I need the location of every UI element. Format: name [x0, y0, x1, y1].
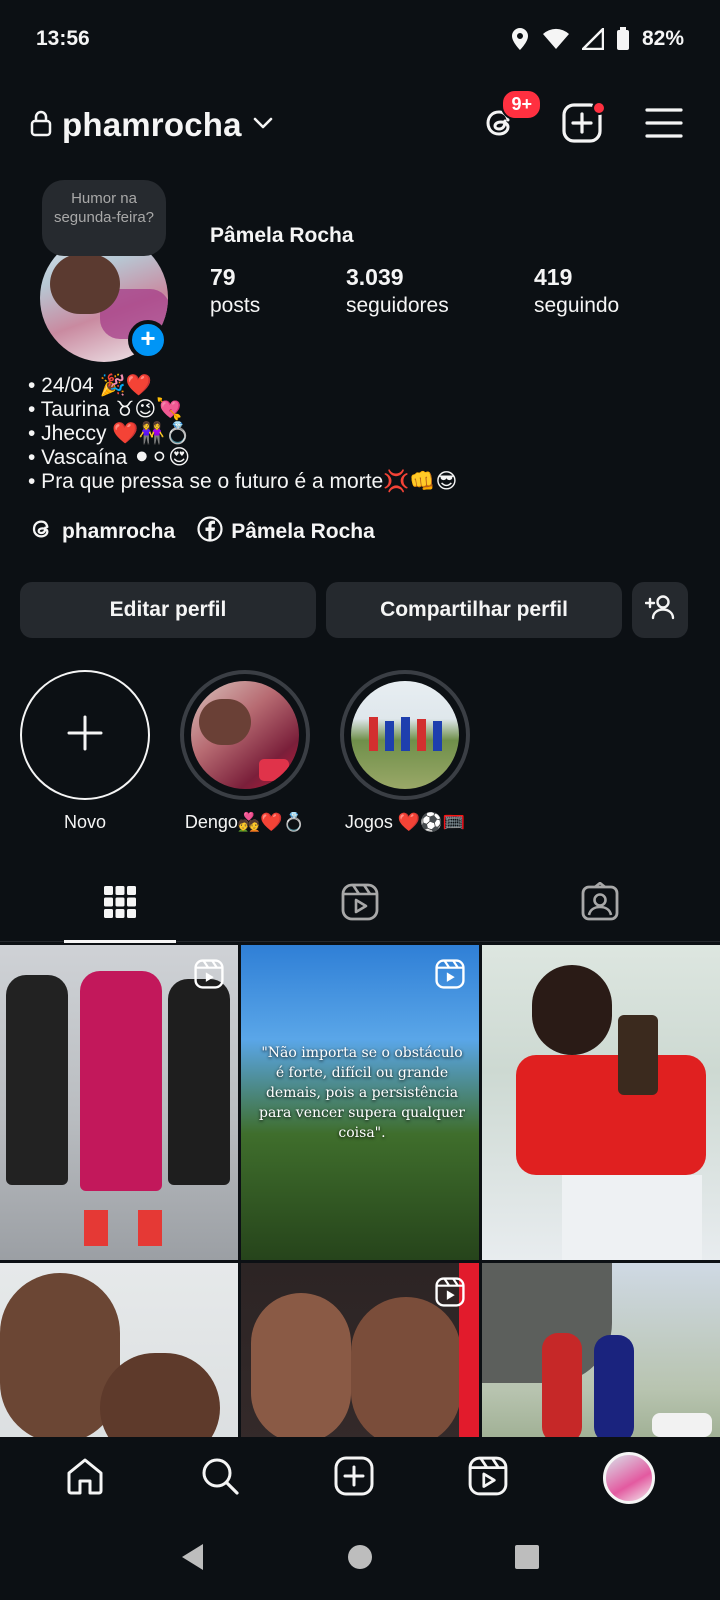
bio-line: • Vascaína ⚫⚪😍: [28, 446, 191, 469]
home-icon: [65, 1458, 105, 1500]
back-icon[interactable]: [179, 1542, 207, 1577]
signal-icon: [581, 28, 604, 50]
add-story-plus-icon[interactable]: +: [128, 320, 168, 360]
bio-line: • Pra que pressa se o futuro é a morte💢👊…: [28, 470, 458, 493]
profile-stats: 79 posts 3.039 seguidores 419 seguindo: [210, 264, 680, 324]
highlight-label: Jogos ❤️⚽🥅: [344, 812, 466, 832]
battery-percent: 82%: [641, 27, 684, 50]
highlight-jogos[interactable]: Jogos ❤️⚽🥅: [340, 670, 470, 833]
nav-search[interactable]: [200, 1456, 240, 1501]
profile-actions: Editar perfil Compartilhar perfil: [20, 582, 700, 638]
reels-icon: [468, 1456, 508, 1500]
facebook-link[interactable]: Pâmela Rocha: [197, 516, 375, 548]
location-icon: [510, 27, 530, 51]
add-person-icon: [644, 594, 675, 626]
profile-links: phamrocha Pâmela Rocha: [30, 516, 375, 548]
post-thumbnail[interactable]: [482, 945, 720, 1260]
nav-profile-avatar[interactable]: [602, 1452, 655, 1504]
reels-icon: [341, 883, 379, 926]
highlight-cover-image: [191, 681, 299, 789]
menu-button[interactable]: [638, 99, 690, 151]
edit-profile-button[interactable]: Editar perfil: [20, 582, 316, 638]
status-icons: 82%: [510, 27, 684, 51]
post-thumbnail[interactable]: [0, 945, 238, 1260]
highlight-label: Dengo💑❤️💍: [184, 812, 306, 832]
facebook-link-label: Pâmela Rocha: [231, 520, 375, 543]
stat-followers[interactable]: 3.039 seguidores: [346, 264, 449, 318]
new-indicator-dot: [592, 101, 606, 115]
bio-line: • 24/04 🎉❤️: [28, 374, 152, 397]
bio-line: • Taurina ♉😉💘: [28, 398, 183, 421]
nav-home[interactable]: [65, 1456, 105, 1501]
post-thumbnail[interactable]: "Não importa se o obstáculo é forte, dif…: [241, 945, 479, 1260]
threads-icon: [30, 517, 54, 547]
grid-icon: [103, 885, 137, 924]
create-button[interactable]: [556, 99, 608, 151]
following-label: seguindo: [534, 294, 620, 317]
following-count: 419: [534, 264, 573, 290]
nav-reels[interactable]: [468, 1456, 508, 1501]
highlight-cover-image: [351, 681, 459, 789]
system-navigation: [0, 1519, 720, 1600]
highlight-dengo[interactable]: Dengo💑❤️💍: [180, 670, 310, 833]
recents-square-icon[interactable]: [513, 1543, 541, 1576]
profile-header: phamrocha 9+: [0, 89, 720, 158]
post-quote-text: "Não importa se o obstáculo é forte, dif…: [259, 1045, 465, 1141]
tagged-icon: [580, 880, 620, 927]
username: phamrocha: [62, 106, 242, 143]
story-highlights: Novo Dengo💑❤️💍 Jogos ❤️⚽🥅: [0, 670, 720, 833]
hamburger-menu-icon: [645, 107, 683, 144]
threads-link-label: phamrocha: [62, 520, 176, 543]
highlight-new[interactable]: Novo: [20, 670, 150, 833]
profile-tabs: [0, 866, 720, 943]
status-time: 13:56: [36, 27, 90, 50]
bio: • 24/04 🎉❤️ • Taurina ♉😉💘 • Jheccy ❤️👭💍 …: [28, 374, 688, 494]
posts-grid: "Não importa se o obstáculo é forte, dif…: [0, 945, 720, 1437]
reel-indicator-icon: [435, 1277, 465, 1312]
plus-square-icon: [334, 1456, 374, 1500]
reel-indicator-icon: [435, 959, 465, 994]
tab-reels[interactable]: [240, 866, 480, 942]
threads-button[interactable]: 9+: [474, 89, 542, 151]
tab-tagged[interactable]: [480, 866, 720, 942]
reel-indicator-icon: [194, 959, 224, 994]
discover-people-button[interactable]: [632, 582, 688, 638]
lock-icon: [30, 109, 52, 142]
highlight-label: Novo: [63, 812, 107, 832]
full-name: Pâmela Rocha: [210, 224, 354, 247]
post-thumbnail[interactable]: [0, 1263, 238, 1437]
wifi-icon: [542, 28, 570, 50]
profile-note[interactable]: Humor na segunda-feira?: [42, 180, 166, 256]
share-profile-button[interactable]: Compartilhar perfil: [326, 582, 622, 638]
post-thumbnail[interactable]: [482, 1263, 720, 1437]
status-bar: 13:56 82%: [0, 0, 720, 78]
tab-posts[interactable]: [0, 866, 240, 943]
account-switcher[interactable]: phamrocha: [30, 106, 274, 144]
battery-icon: [616, 27, 630, 51]
chevron-down-icon: [252, 116, 274, 135]
home-circle-icon[interactable]: [346, 1543, 374, 1576]
post-thumbnail[interactable]: [241, 1263, 479, 1437]
followers-label: seguidores: [346, 294, 449, 317]
facebook-icon: [197, 516, 223, 548]
stat-posts[interactable]: 79 posts: [210, 264, 260, 318]
stat-following[interactable]: 419 seguindo: [534, 264, 619, 318]
notifications-badge: 9+: [501, 89, 542, 120]
active-tab-indicator: [64, 940, 176, 943]
posts-count: 79: [210, 264, 236, 290]
nav-create[interactable]: [334, 1456, 374, 1501]
posts-label: posts: [210, 294, 261, 317]
bottom-navigation: [0, 1437, 720, 1519]
plus-icon: [65, 713, 105, 758]
threads-link[interactable]: phamrocha: [30, 517, 175, 547]
bio-line: • Jheccy ❤️👭💍: [28, 422, 191, 445]
search-icon: [200, 1458, 240, 1500]
followers-count: 3.039: [346, 264, 404, 290]
